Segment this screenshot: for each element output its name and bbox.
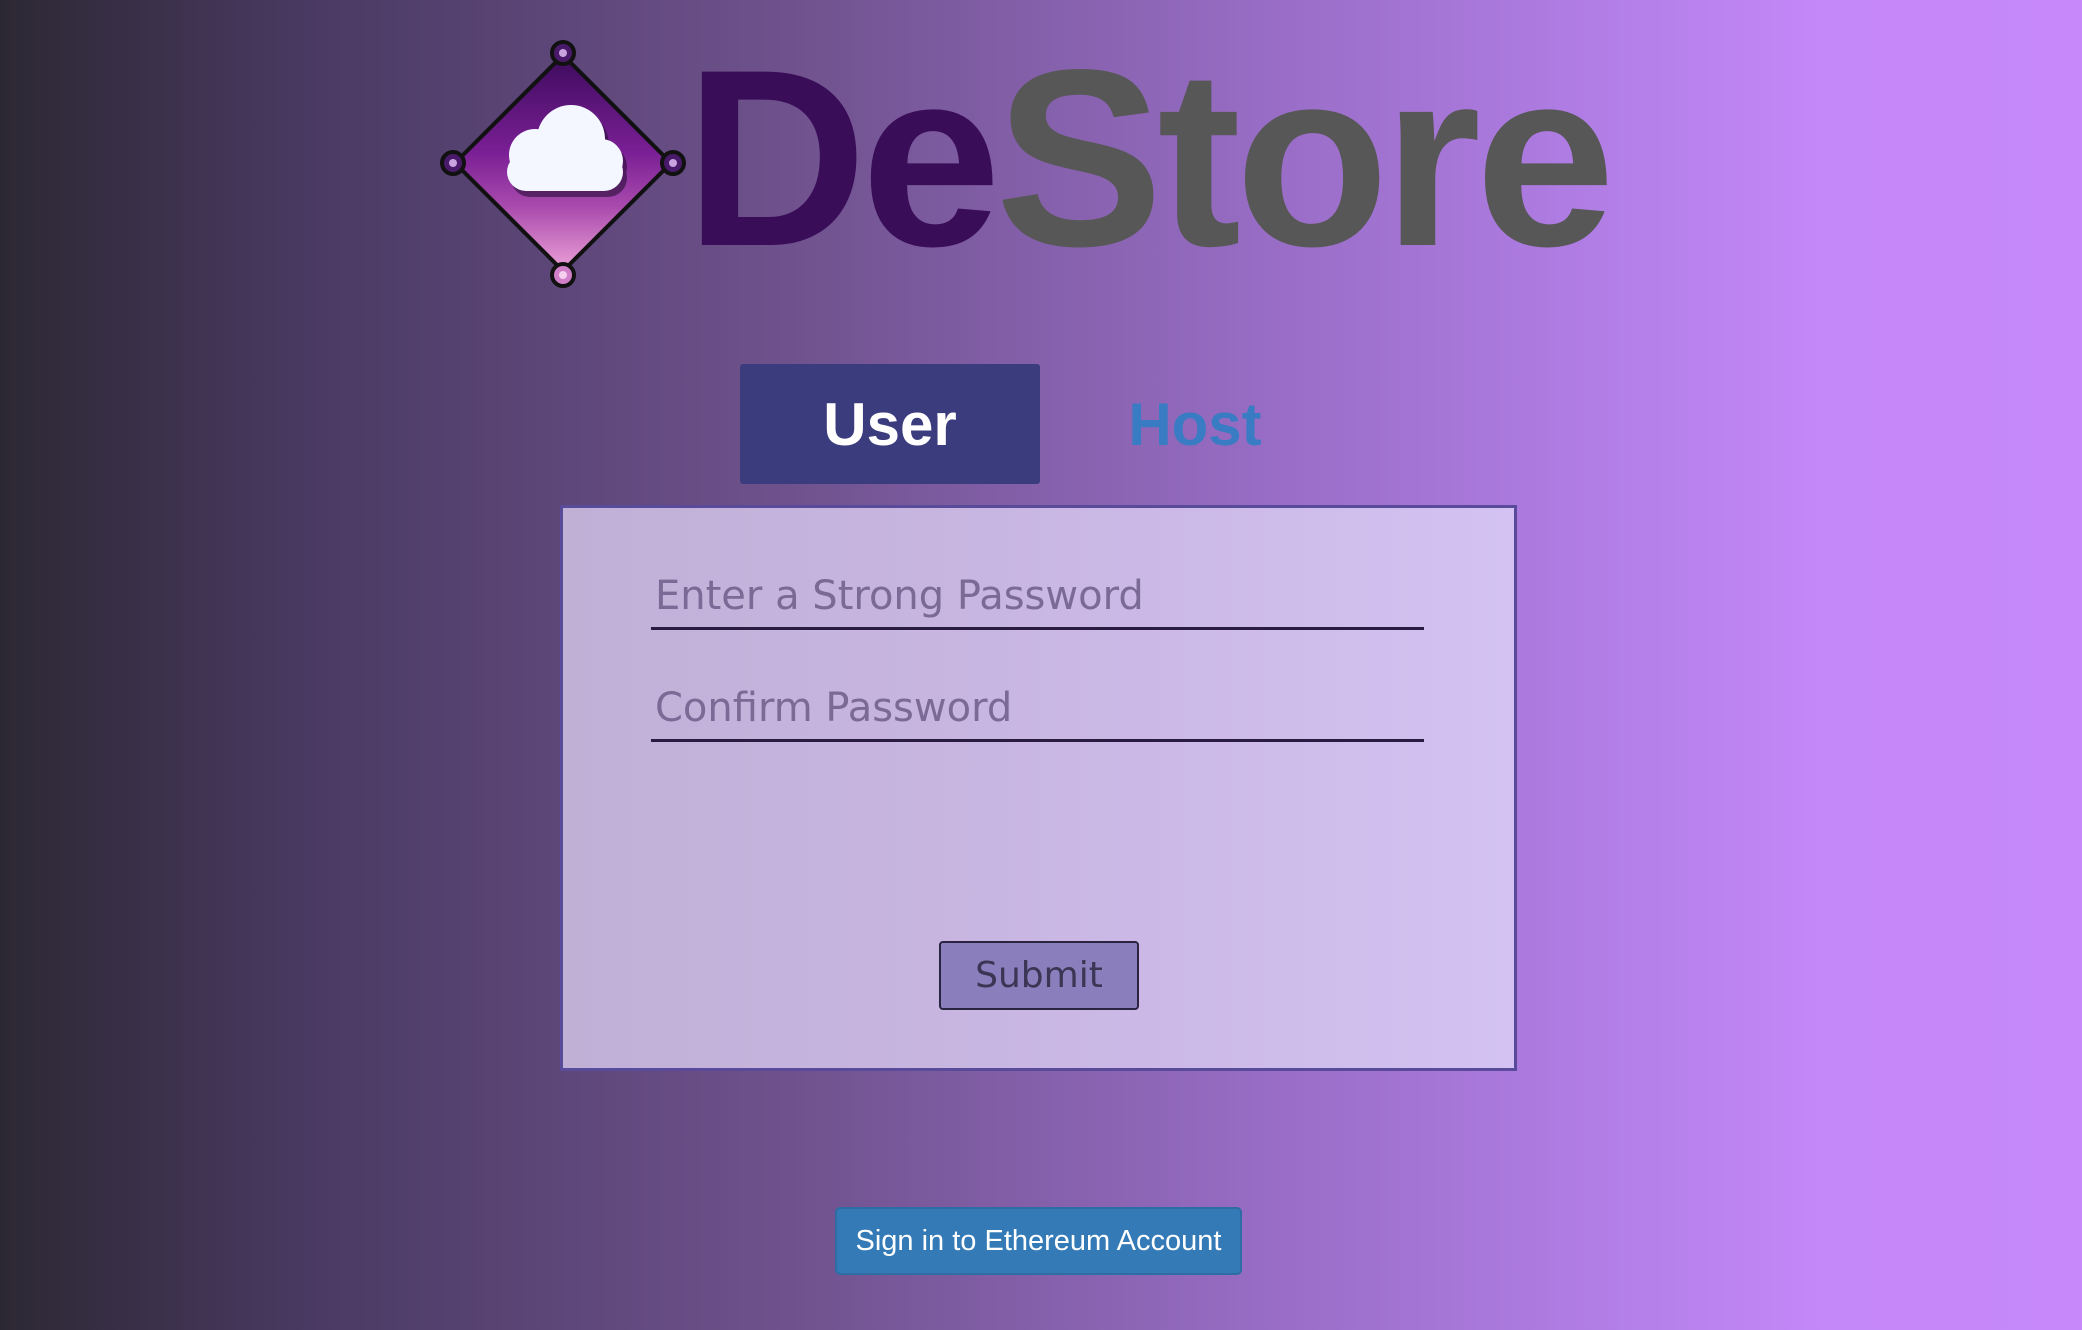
- sign-in-ethereum-button[interactable]: Sign in to Ethereum Account: [835, 1207, 1242, 1275]
- destore-logo: DeStore: [435, 29, 1665, 295]
- brand-name-store: Store: [995, 18, 1615, 299]
- tab-host[interactable]: Host: [1050, 364, 1340, 484]
- role-tabs: User Host: [740, 364, 1340, 484]
- cloud-diamond-icon: [440, 40, 686, 288]
- confirm-password-input[interactable]: [651, 676, 1424, 742]
- password-input[interactable]: [651, 564, 1424, 630]
- tab-user[interactable]: User: [740, 364, 1040, 484]
- submit-button[interactable]: Submit: [939, 941, 1139, 1010]
- brand-name-de: De: [685, 18, 1001, 299]
- brand-name: DeStore: [685, 29, 1615, 289]
- password-form-card: Submit: [560, 505, 1517, 1071]
